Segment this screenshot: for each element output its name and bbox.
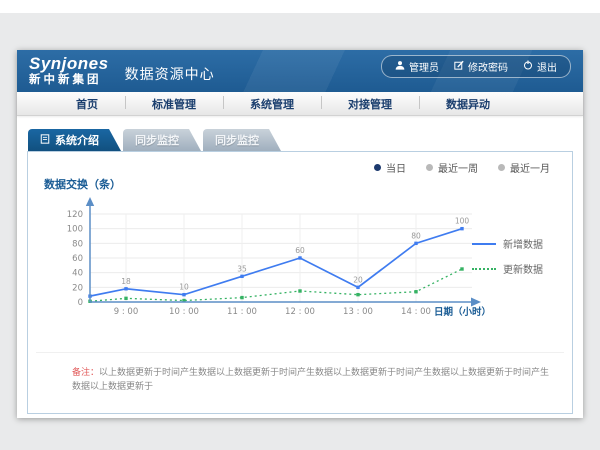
y-tick-label: 120 bbox=[67, 210, 83, 220]
logout-button[interactable]: 退出 bbox=[523, 59, 557, 74]
content-area: 系统介绍 同步监控 同步监控 当日 最近一周 bbox=[17, 116, 583, 414]
x-tick-label: 13 : 00 bbox=[343, 307, 373, 317]
point-label: 100 bbox=[455, 217, 470, 226]
x-axis-title: 日期（小时） bbox=[434, 306, 491, 318]
legend-label: 新增数据 bbox=[503, 236, 543, 251]
legend-item-update-data: 更新数据 bbox=[472, 261, 560, 276]
range-filter-last-week[interactable]: 最近一周 bbox=[426, 160, 478, 175]
legend-item-new-data: 新增数据 bbox=[472, 236, 560, 251]
app-window: Synjones 新中新集团 数据资源中心 管理员 修改密码 退出 首页 标准管… bbox=[17, 50, 583, 418]
chart-point bbox=[240, 296, 243, 299]
note-label: 备注： bbox=[72, 367, 99, 377]
chart-legend: 新增数据 更新数据 bbox=[472, 236, 560, 276]
range-filter-label: 当日 bbox=[386, 160, 406, 175]
edit-icon bbox=[454, 60, 464, 73]
x-axis-arrow bbox=[471, 298, 481, 307]
header-bar: Synjones 新中新集团 数据资源中心 管理员 修改密码 退出 bbox=[17, 50, 583, 92]
range-filter-label: 最近一月 bbox=[510, 160, 550, 175]
radio-selected-icon bbox=[374, 164, 381, 171]
current-user[interactable]: 管理员 bbox=[395, 59, 439, 74]
power-icon bbox=[523, 60, 533, 73]
legend-line-sample bbox=[472, 243, 496, 245]
username-label: 管理员 bbox=[409, 59, 439, 74]
tab-label: 同步监控 bbox=[135, 132, 179, 148]
nav-item-data-change[interactable]: 数据异动 bbox=[419, 96, 517, 112]
legend-line-sample bbox=[472, 268, 496, 270]
tab-sync-monitor-2[interactable]: 同步监控 bbox=[203, 129, 281, 151]
change-password-label: 修改密码 bbox=[468, 59, 508, 74]
x-tick-label: 11 : 00 bbox=[227, 307, 257, 317]
note-text: 以上数据更新于时间产生数据以上数据更新于时间产生数据以上数据更新于时间产生数据以… bbox=[72, 367, 549, 391]
y-tick-label: 20 bbox=[72, 283, 83, 293]
y-tick-label: 0 bbox=[78, 298, 83, 308]
logo-brand: Synjones bbox=[29, 55, 109, 74]
chart-point bbox=[298, 256, 301, 259]
range-filter-last-month[interactable]: 最近一月 bbox=[498, 160, 550, 175]
point-label: 20 bbox=[353, 275, 363, 284]
footer-note: 备注：以上数据更新于时间产生数据以上数据更新于时间产生数据以上数据更新于时间产生… bbox=[36, 352, 564, 393]
logout-label: 退出 bbox=[537, 59, 557, 74]
document-icon bbox=[40, 134, 50, 147]
tab-label: 系统介绍 bbox=[55, 132, 99, 148]
nav-item-standard-mgmt[interactable]: 标准管理 bbox=[125, 96, 223, 112]
radio-icon bbox=[426, 164, 433, 171]
point-label: 18 bbox=[121, 277, 131, 286]
legend-label: 更新数据 bbox=[503, 261, 543, 276]
point-label: 60 bbox=[295, 246, 305, 255]
range-filter-group: 当日 最近一周 最近一月 bbox=[374, 160, 550, 175]
user-menu: 管理员 修改密码 退出 bbox=[381, 55, 571, 78]
nav-item-home[interactable]: 首页 bbox=[49, 96, 125, 112]
chart-panel: 当日 最近一周 最近一月 数据交换（条） 18 10 35 60 20 80 100 0 20 4… bbox=[27, 151, 573, 414]
x-tick-label: 14 : 00 bbox=[401, 307, 431, 317]
tab-bar: 系统介绍 同步监控 同步监控 bbox=[28, 129, 573, 151]
radio-icon bbox=[498, 164, 505, 171]
chart-point bbox=[298, 289, 301, 292]
chart-point bbox=[124, 287, 127, 290]
point-label: 80 bbox=[411, 231, 421, 240]
point-label: 10 bbox=[179, 283, 189, 292]
chart-point bbox=[356, 293, 359, 296]
range-filter-today[interactable]: 当日 bbox=[374, 160, 406, 175]
x-tick-label: 9 : 00 bbox=[114, 307, 139, 317]
chart-point bbox=[414, 290, 417, 293]
y-tick-label: 100 bbox=[67, 225, 83, 235]
chart-point bbox=[182, 293, 185, 296]
tab-system-intro[interactable]: 系统介绍 bbox=[28, 129, 121, 151]
x-tick-label: 12 : 00 bbox=[285, 307, 315, 317]
nav-item-system-mgmt[interactable]: 系统管理 bbox=[223, 96, 321, 112]
chart-series-line-0 bbox=[90, 229, 462, 296]
range-filter-label: 最近一周 bbox=[438, 160, 478, 175]
chart-point bbox=[356, 286, 359, 289]
logo: Synjones 新中新集团 bbox=[29, 55, 109, 86]
main-nav: 首页 标准管理 系统管理 对接管理 数据异动 bbox=[17, 92, 583, 116]
y-axis-title: 数据交换（条） bbox=[44, 176, 121, 192]
logo-company: 新中新集团 bbox=[29, 74, 109, 87]
chart-point bbox=[460, 227, 463, 230]
x-tick-label: 10 : 00 bbox=[169, 307, 199, 317]
chart-point bbox=[240, 275, 243, 278]
y-axis-arrow bbox=[86, 197, 94, 206]
chart-point bbox=[124, 297, 127, 300]
line-chart: 18 10 35 60 20 80 100 0 20 40 60 80 100 120 9 : 00 10 :… bbox=[40, 192, 495, 324]
chart-point bbox=[460, 267, 463, 270]
tab-sync-monitor-1[interactable]: 同步监控 bbox=[123, 129, 201, 151]
user-icon bbox=[395, 60, 405, 74]
point-label: 35 bbox=[237, 264, 247, 273]
nav-item-interface-mgmt[interactable]: 对接管理 bbox=[321, 96, 419, 112]
page-title: 数据资源中心 bbox=[125, 64, 215, 92]
y-tick-label: 80 bbox=[72, 239, 83, 249]
y-tick-label: 40 bbox=[72, 269, 83, 279]
chart-series-line-1 bbox=[90, 269, 462, 301]
chart-point bbox=[414, 242, 417, 245]
change-password-button[interactable]: 修改密码 bbox=[454, 59, 508, 74]
y-tick-label: 60 bbox=[72, 254, 83, 264]
tab-label: 同步监控 bbox=[215, 132, 259, 148]
